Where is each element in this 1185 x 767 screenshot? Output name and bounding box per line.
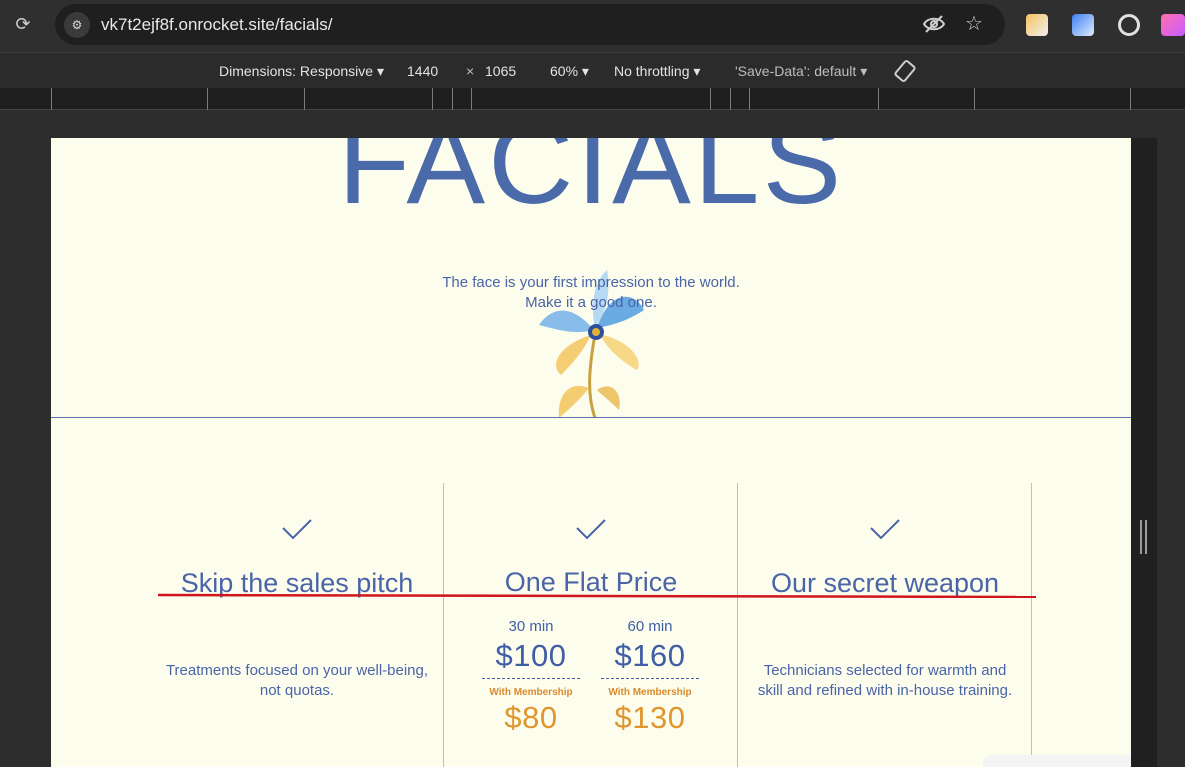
hero-tagline: The face is your first impression to the… xyxy=(442,274,740,311)
eye-off-icon[interactable] xyxy=(921,14,947,36)
site-settings-icon[interactable]: ⚙ xyxy=(64,12,90,38)
feature-text-sales-pitch: Treatments focused on your well-being, n… xyxy=(165,662,429,699)
viewport-resize-track xyxy=(1131,138,1157,767)
price-dash-divider xyxy=(601,678,699,679)
width-input[interactable]: 1440 xyxy=(407,63,438,79)
device-toolbar: Dimensions: Responsive ▾ 1440 × 1065 60%… xyxy=(0,52,1185,88)
extension-tabs-icon[interactable] xyxy=(1072,14,1094,36)
price-60-min: 60 min $160 With Membership $130 xyxy=(594,618,706,736)
column-separator xyxy=(737,483,738,767)
throttling-dropdown[interactable]: No throttling ▾ xyxy=(614,63,700,80)
bookmark-star-icon[interactable]: ☆ xyxy=(961,11,987,37)
page-title: FACIALS xyxy=(337,138,845,229)
price-dash-divider xyxy=(482,678,580,679)
checkmark-icon xyxy=(870,519,900,540)
url-text[interactable]: vk7t2ejf8f.onrocket.site/facials/ xyxy=(101,15,333,35)
column-separator xyxy=(1031,483,1032,767)
checkmark-icon xyxy=(576,519,606,540)
browser-toolbar: ⟳ ⚙ vk7t2ejf8f.onrocket.site/facials/ ☆ xyxy=(0,0,1185,52)
address-bar[interactable]: ⚙ vk7t2ejf8f.onrocket.site/facials/ ☆ xyxy=(55,4,1005,45)
media-query-ruler[interactable] xyxy=(0,88,1185,110)
resize-handle[interactable] xyxy=(1140,520,1147,554)
height-input[interactable]: 1065 xyxy=(485,63,516,79)
zoom-dropdown[interactable]: 60% ▾ xyxy=(550,63,589,80)
price-30-min: 30 min $100 With Membership $80 xyxy=(475,618,587,736)
dimensions-dropdown[interactable]: Dimensions: Responsive ▾ xyxy=(219,63,384,80)
extension-profile-icon[interactable] xyxy=(1161,14,1185,36)
reload-icon[interactable]: ⟳ xyxy=(12,13,34,35)
save-data-dropdown[interactable]: 'Save-Data': default ▾ xyxy=(735,63,867,80)
extension-notes-icon[interactable] xyxy=(1026,14,1048,36)
annotation-red-line xyxy=(158,593,1036,598)
column-separator xyxy=(443,483,444,767)
extension-record-icon[interactable] xyxy=(1118,14,1140,36)
section-divider xyxy=(51,417,1131,418)
feature-text-secret-weapon: Technicians selected for warmth and skil… xyxy=(757,662,1013,699)
facials-page: FACIALS The face is your first impressio… xyxy=(51,138,1131,767)
checkmark-icon xyxy=(282,519,312,540)
dimension-separator: × xyxy=(466,63,475,79)
corner-overlay xyxy=(983,755,1131,767)
rotate-icon[interactable] xyxy=(893,59,917,86)
